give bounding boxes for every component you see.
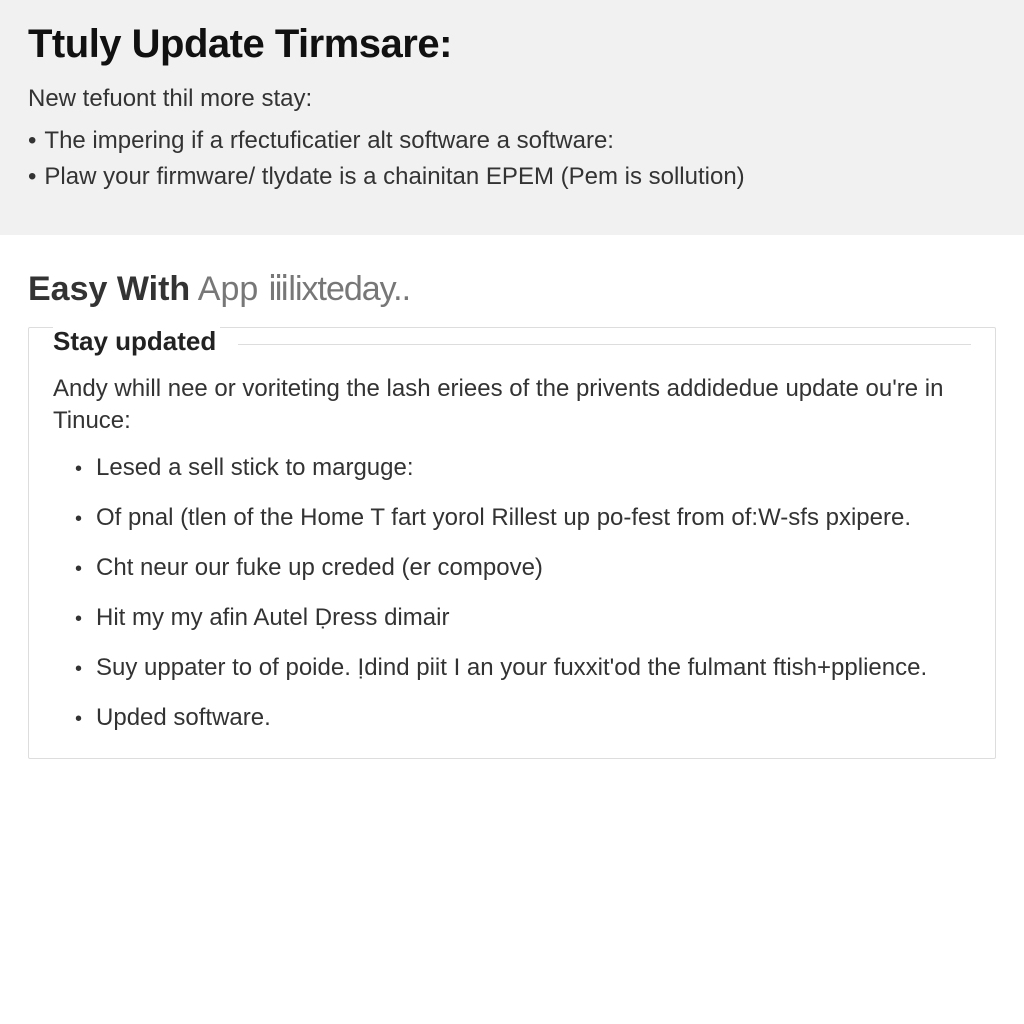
list-item: • Upded software. [75, 702, 971, 734]
bullet-icon: • [75, 704, 82, 734]
list-item-text: Plaw your firmware/ tlydate is a chainit… [44, 163, 996, 191]
bullet-icon: • [75, 604, 82, 634]
list-item: • Suy uppater to of poide. Ịdind piit I … [75, 652, 971, 684]
bullet-icon: • [28, 127, 36, 155]
bullet-icon: • [75, 504, 82, 534]
content-card: Easy With App ⅲlixteday.. Stay updated A… [0, 235, 1024, 1024]
section-heading-tail: App [198, 270, 259, 308]
header-subtitle: New tefuont thil more stay: [28, 85, 996, 113]
section-heading-glyph: ⅲlixteday.. [268, 270, 410, 308]
list-item: • Lesed a sell stick to marguge: [75, 452, 971, 484]
stay-updated-box: Stay updated Andy whill nee or voritetin… [28, 327, 996, 759]
bullet-icon: • [75, 654, 82, 684]
list-item-text: Suy uppater to of poide. Ịdind piit I an… [96, 652, 971, 683]
section-heading: Easy With App ⅲlixteday.. [28, 269, 996, 309]
header-bullet-list: • The impering if a rfectuficatier alt s… [28, 127, 996, 191]
bullet-icon: • [75, 454, 82, 484]
list-item-text: Hit my my afin Autel Ḍress dimair [96, 602, 971, 633]
bullet-icon: • [75, 554, 82, 584]
list-item-text: The impering if a rfectuficatier alt sof… [44, 127, 996, 155]
list-item-text: Of pnal (tlen of the Home T fart yorol R… [96, 502, 971, 533]
page: Ttuly Update Tirmsare: New tefuont thil … [0, 0, 1024, 1024]
stay-bullet-list: • Lesed a sell stick to marguge: • Of pn… [53, 452, 971, 734]
stay-intro-text: Andy whill nee or voriteting the lash er… [53, 373, 971, 438]
bullet-icon: • [28, 163, 36, 191]
page-title: Ttuly Update Tirmsare: [28, 22, 996, 67]
list-item: • Cht neur our fuke up creded (er compov… [75, 552, 971, 584]
list-item-text: Upded software. [96, 702, 971, 733]
list-item: • Hit my my afin Autel Ḍress dimair [75, 602, 971, 634]
stay-updated-label: Stay updated [53, 326, 220, 357]
list-item-text: Lesed a sell stick to marguge: [96, 452, 971, 483]
list-item: • Plaw your firmware/ tlydate is a chain… [28, 163, 996, 191]
list-item: • Of pnal (tlen of the Home T fart yorol… [75, 502, 971, 534]
stay-header-row: Stay updated [53, 326, 971, 357]
header-block: Ttuly Update Tirmsare: New tefuont thil … [0, 0, 1024, 235]
list-item: • The impering if a rfectuficatier alt s… [28, 127, 996, 155]
list-item-text: Cht neur our fuke up creded (er compove) [96, 552, 971, 583]
section-heading-lead: Easy With [28, 270, 190, 308]
divider [238, 344, 971, 345]
